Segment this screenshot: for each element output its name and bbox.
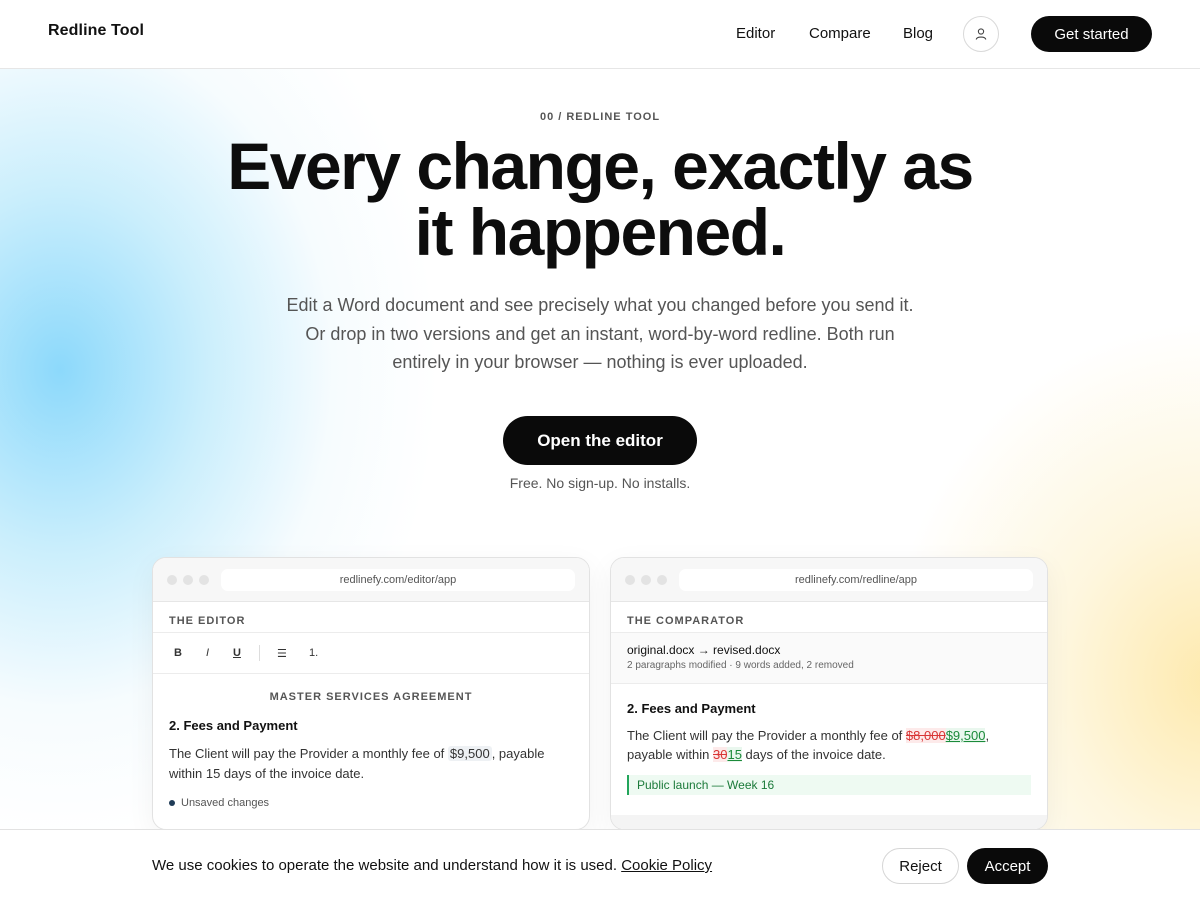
window-dot-icon [183,575,193,585]
nav-compare[interactable]: Compare [809,25,871,42]
cookie-text: We use cookies to operate the website an… [152,857,622,874]
hero-title-line1: Every change, exactly as [227,129,974,203]
clause-text: The Client will pay the Provider a month… [169,746,448,761]
underline-button[interactable]: U [233,647,241,659]
account-button[interactable] [963,16,999,52]
cookie-message: We use cookies to operate the website an… [152,857,712,874]
deleted-text: $8,000 [905,728,946,743]
comparator-preview-card[interactable]: redlinefy.com/redline/app THE COMPARATOR… [610,557,1048,830]
clause-text: , [985,728,990,743]
inserted-text: $9,500 [945,728,986,743]
inserted-text: 15 [727,747,742,762]
clause-text: , payable [491,746,545,761]
accept-button[interactable]: Accept [967,848,1048,884]
deleted-text: 30 [713,747,728,762]
hero-eyebrow: 00 / REDLINE TOOL [539,111,661,123]
card-label: THE COMPARATOR [627,615,745,627]
cookie-banner: We use cookies to operate the website an… [0,829,1200,900]
added-paragraph: Public launch — Week 16 [627,775,1031,795]
clause-text: payable within [627,747,713,762]
hero-title: Every change, exactly as it happened. [200,133,1000,265]
status-text: Unsaved changes [181,797,270,809]
redline-paragraph: The Client will pay the Provider a month… [611,726,1047,764]
window-dot-icon [167,575,177,585]
numbered-list-button[interactable]: 1. [309,647,318,659]
bold-button[interactable]: B [174,647,182,659]
cookie-policy-link[interactable]: Cookie Policy [621,857,712,874]
clause-text: The Client will pay the Provider a month… [627,728,906,743]
window-dot-icon [657,575,667,585]
section-heading: 2. Fees and Payment [169,718,298,733]
editor-preview-card[interactable]: redlinefy.com/editor/app THE EDITOR B I … [152,557,590,830]
clause-text: within 15 days of the invoice date. [169,766,365,781]
nav-blog[interactable]: Blog [903,25,933,42]
window-dot-icon [625,575,635,585]
window-dot-icon [199,575,209,585]
window-dot-icon [641,575,651,585]
section-heading: 2. Fees and Payment [627,701,756,716]
edited-amount: $9,500 [447,746,492,761]
hero-subtitle-line3: entirely in your browser — nothing is ev… [392,352,808,372]
nav-editor[interactable]: Editor [736,25,775,42]
italic-button[interactable]: I [206,647,209,659]
hero-subtitle: Edit a Word document and see precisely w… [270,291,930,377]
hero-subtitle-line2: Or drop in two versions and get an insta… [305,323,895,344]
save-status: Unsaved changes [153,797,589,809]
document-title: MASTER SERVICES AGREEMENT [269,691,473,703]
open-editor-button[interactable]: Open the editor [503,416,697,465]
user-icon [975,28,987,40]
hero-subtitle-line1: Edit a Word document and see precisely w… [286,295,914,315]
reject-button[interactable]: Reject [882,848,959,884]
compared-files: original.docx → revised.docx [627,643,781,657]
free-note: Free. No sign-up. No installs. [509,475,691,491]
change-stats: 2 paragraphs modified · 9 words added, 2… [627,660,854,671]
url-bar: redlinefy.com/redline/app [679,569,1033,591]
browser-chrome: redlinefy.com/editor/app [153,558,589,602]
toolbar-divider [259,645,260,661]
clause-paragraph[interactable]: The Client will pay the Provider a month… [153,744,589,784]
site-header: Redline Tool Editor Compare Blog Get sta… [0,0,1200,69]
card-footer [611,815,1047,829]
clause-text: days of the invoice date. [741,747,886,762]
logo[interactable]: Redline Tool [48,22,144,40]
hero-title-line2: it happened. [414,195,787,269]
comparison-summary: original.docx → revised.docx 2 paragraph… [611,632,1047,684]
status-dot-icon [169,800,175,806]
editor-toolbar: B I U ☰ 1. [153,632,589,674]
url-bar: redlinefy.com/editor/app [221,569,575,591]
get-started-button[interactable]: Get started [1031,16,1152,52]
card-label: THE EDITOR [169,615,246,627]
browser-chrome: redlinefy.com/redline/app [611,558,1047,602]
bullet-list-icon[interactable]: ☰ [277,647,287,660]
